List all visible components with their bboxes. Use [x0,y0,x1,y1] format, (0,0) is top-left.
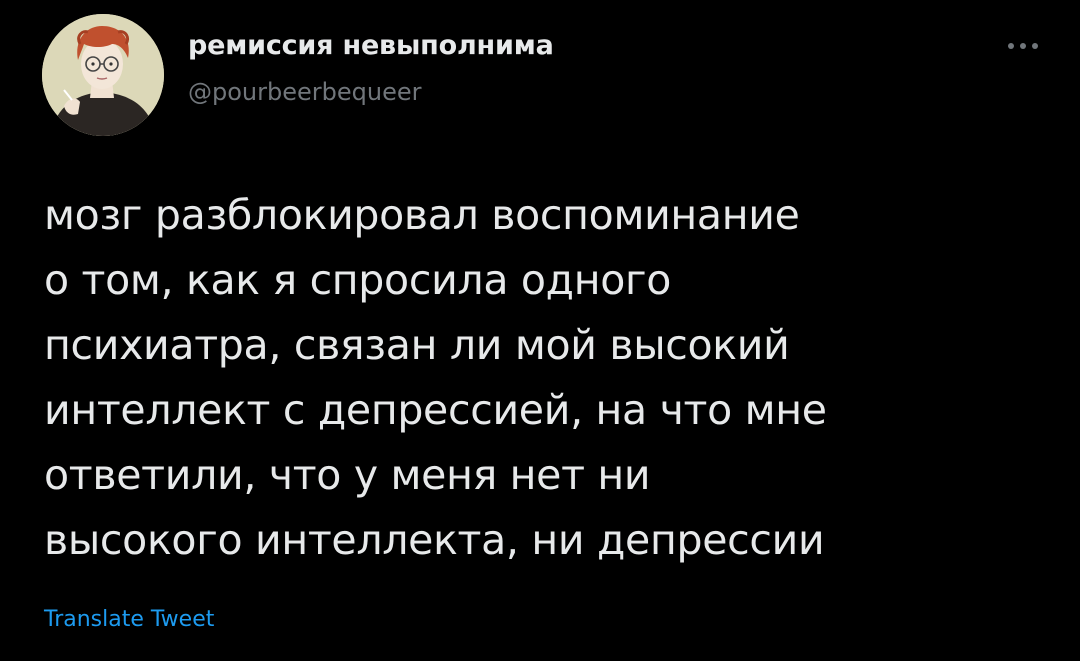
tweet-text: мозг разблокировал воспоминание о том, к… [44,183,1054,573]
more-options-icon [1008,43,1038,49]
author-avatar[interactable] [42,14,164,136]
translate-tweet-link[interactable]: Translate Tweet [44,607,214,632]
tweet-text-line: интеллект с депрессией, на что мне [44,386,827,434]
dot [1020,43,1026,49]
dot [1032,43,1038,49]
tweet-text-line: психиатра, связан ли мой высокий [44,321,790,369]
author-display-name[interactable]: ремиссия невыполнима [188,30,554,61]
illustrated-avatar-icon [42,14,164,136]
tweet-text-line: высокого интеллекта, ни депрессии [44,516,825,564]
author-handle[interactable]: @pourbeerbequeer [188,78,421,106]
dot [1008,43,1014,49]
tweet-text-line: мозг разблокировал воспоминание [44,191,800,239]
tweet-text-line: ответили, что у меня нет ни [44,451,651,499]
tweet: ремиссия невыполнима @pourbeerbequeer мо… [0,0,1080,661]
tweet-text-line: о том, как я спросила одного [44,256,672,304]
more-options-button[interactable] [978,34,1038,58]
